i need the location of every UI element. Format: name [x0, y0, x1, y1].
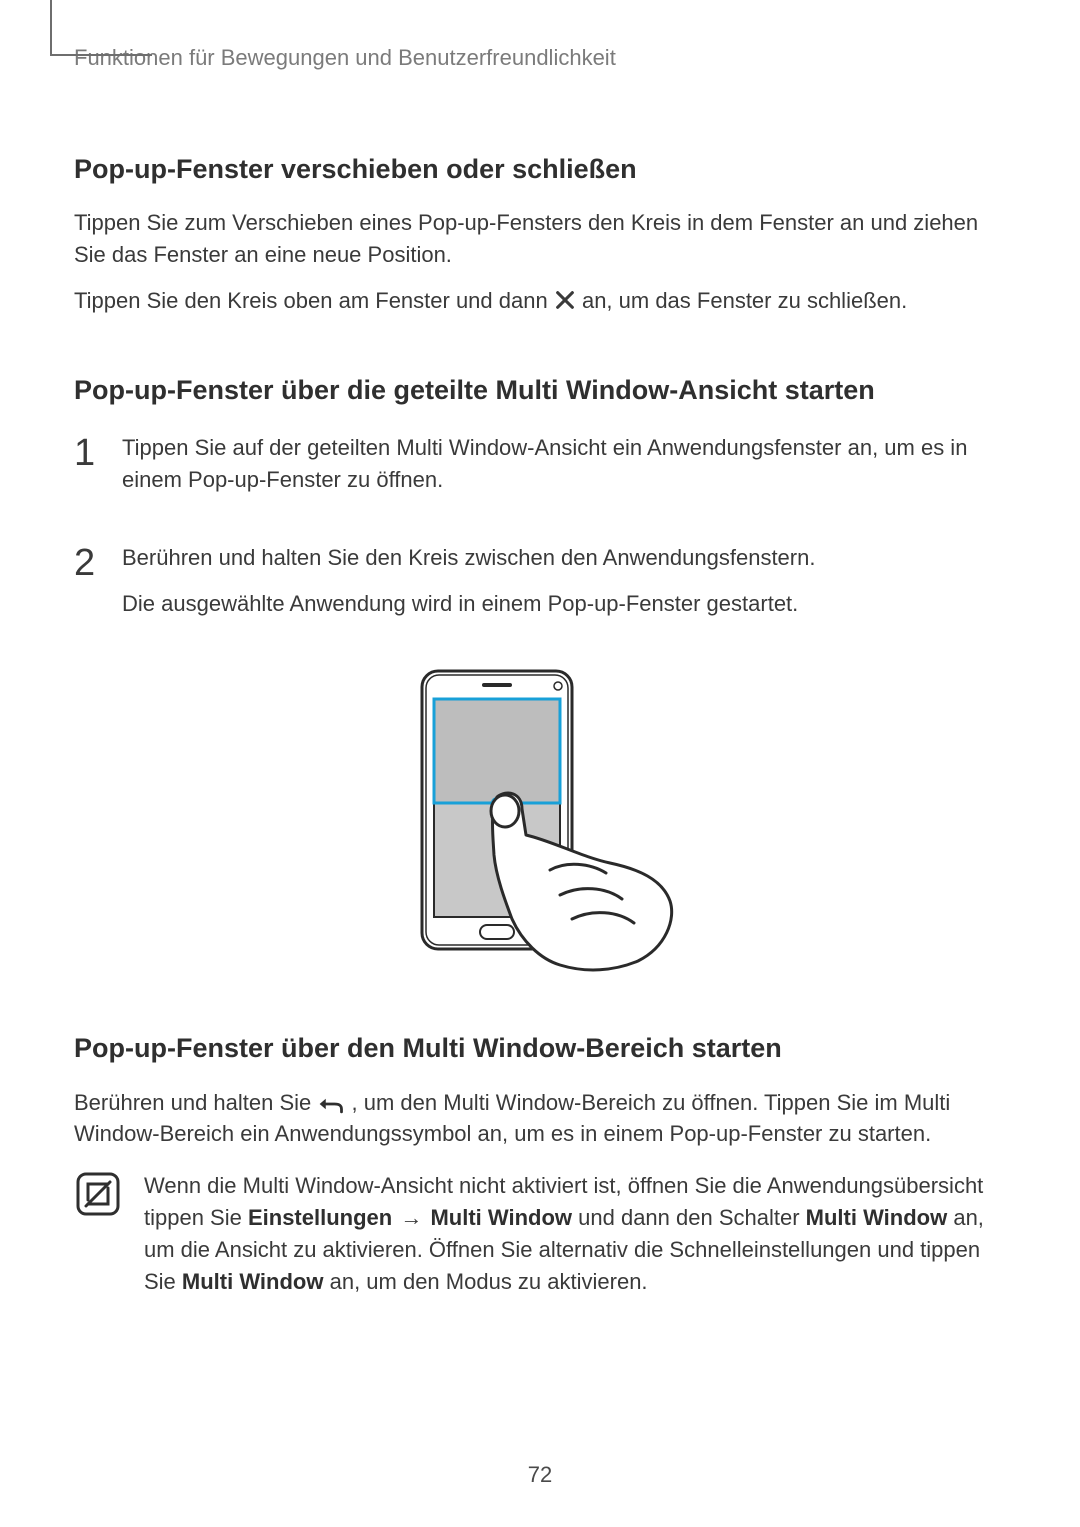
note: Wenn die Multi Window-Ansicht nicht akti…: [74, 1170, 1006, 1298]
corner-mark: [50, 0, 152, 56]
step-1: 1 Tippen Sie auf der geteilten Multi Win…: [74, 432, 1006, 510]
bold: Multi Window: [806, 1205, 948, 1230]
text: Berühren und halten Sie: [74, 1090, 317, 1115]
page: Funktionen für Bewegungen und Benutzerfr…: [0, 0, 1080, 1527]
note-text: Wenn die Multi Window-Ansicht nicht akti…: [144, 1170, 1006, 1298]
text: Tippen Sie den Kreis oben am Fenster und…: [74, 288, 554, 313]
paragraph: Tippen Sie den Kreis oben am Fenster und…: [74, 285, 1006, 317]
step-number: 2: [74, 542, 100, 634]
arrow-icon: →: [400, 1202, 422, 1234]
back-arrow-icon: [317, 1092, 345, 1116]
heading-start-popup-splitview: Pop-up-Fenster über die geteilte Multi W…: [74, 371, 1006, 410]
step-number: 1: [74, 432, 100, 510]
step-text: Tippen Sie auf der geteilten Multi Windo…: [122, 432, 1006, 496]
page-number: 72: [0, 1459, 1080, 1491]
heading-move-close-popup: Pop-up-Fenster verschieben oder schließe…: [74, 150, 1006, 189]
paragraph: Berühren und halten Sie , um den Multi W…: [74, 1087, 1006, 1151]
close-x-icon: [554, 288, 576, 310]
phone-illustration: [74, 665, 1006, 975]
paragraph: Tippen Sie zum Verschieben eines Pop-up-…: [74, 207, 1006, 271]
step-text: Berühren und halten Sie den Kreis zwisch…: [122, 542, 815, 574]
note-icon: [74, 1170, 122, 1218]
bold: Einstellungen: [248, 1205, 392, 1230]
text: und dann den Schalter: [578, 1205, 806, 1230]
bold: Multi Window: [182, 1269, 324, 1294]
running-head: Funktionen für Bewegungen und Benutzerfr…: [74, 40, 1006, 74]
heading-start-popup-tray: Pop-up-Fenster über den Multi Window-Ber…: [74, 1029, 1006, 1068]
bold: Multi Window: [430, 1205, 572, 1230]
text: an, um den Modus zu aktivieren.: [330, 1269, 648, 1294]
step-text: Die ausgewählte Anwendung wird in einem …: [122, 588, 815, 620]
step-2: 2 Berühren und halten Sie den Kreis zwis…: [74, 542, 1006, 634]
text: an, um das Fenster zu schließen.: [582, 288, 907, 313]
numbered-steps: 1 Tippen Sie auf der geteilten Multi Win…: [74, 432, 1006, 634]
